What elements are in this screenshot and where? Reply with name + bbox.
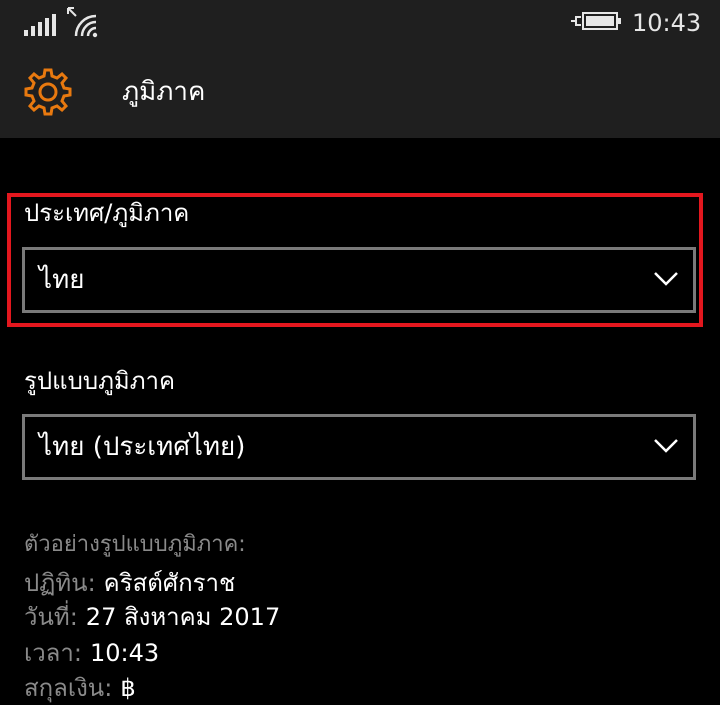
regional-format-dropdown[interactable]: ไทย (ประเทศไทย): [22, 414, 696, 480]
preview-key: เวลา:: [24, 639, 82, 667]
country-region-dropdown[interactable]: ไทย: [22, 247, 696, 313]
signal-bars-icon: [24, 14, 56, 36]
page-title: ภูมิภาค: [122, 77, 206, 107]
wifi-icon: [67, 7, 98, 38]
preview-row-time: เวลา: 10:43: [24, 636, 159, 670]
preview-row-date: วันที่: 27 สิงหาคม 2017: [24, 600, 280, 634]
status-bar: 10:43: [0, 0, 720, 48]
regional-format-value: ไทย (ประเทศไทย): [39, 432, 246, 462]
preview-row-calendar: ปฏิทิน: คริสต์ศักราช: [24, 566, 235, 600]
preview-key: ปฏิทิน:: [24, 569, 96, 597]
battery-charging-icon: [571, 12, 621, 30]
page-header: ภูมิภาค: [0, 48, 720, 138]
preview-key: วันที่:: [24, 603, 78, 631]
country-region-value: ไทย: [39, 265, 85, 295]
preview-key: สกุลเงิน:: [24, 674, 113, 702]
preview-value: ฿: [120, 674, 136, 702]
preview-value: 27 สิงหาคม 2017: [85, 603, 281, 631]
gear-icon: [24, 68, 72, 116]
preview-row-currency: สกุลเงิน: ฿: [24, 671, 136, 705]
preview-value: 10:43: [89, 639, 160, 667]
preview-value: คริสต์ศักราช: [103, 569, 236, 597]
chevron-down-icon: [654, 439, 678, 453]
chevron-down-icon: [654, 272, 678, 286]
status-time: 10:43: [632, 9, 702, 37]
regional-format-label: รูปแบบภูมิภาค: [24, 367, 176, 395]
country-region-label: ประเทศ/ภูมิภาค: [24, 199, 190, 227]
preview-heading: ตัวอย่างรูปแบบภูมิภาค:: [24, 532, 246, 557]
